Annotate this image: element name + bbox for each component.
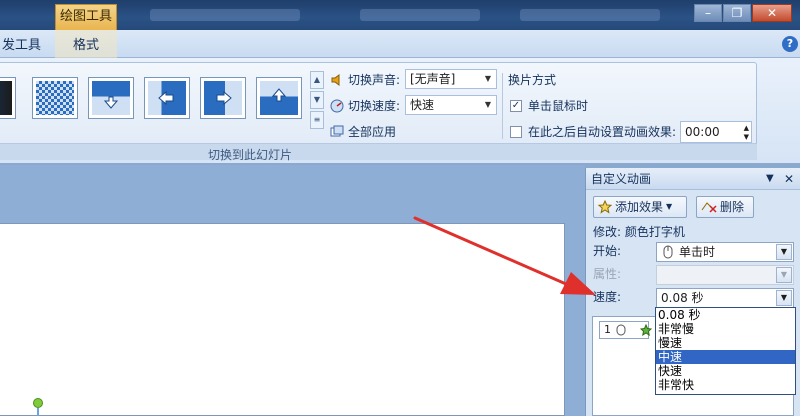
transition-thumb-partial[interactable]	[0, 77, 16, 119]
help-icon[interactable]: ?	[782, 36, 798, 52]
chevron-down-icon: ▼	[484, 74, 492, 83]
group-separator	[502, 73, 503, 139]
blurred-title-area	[150, 9, 300, 21]
transition-sound-value: [无声音]	[410, 72, 456, 86]
transition-thumb-dissolve[interactable]	[32, 77, 78, 119]
transition-thumb-cover-down[interactable]	[88, 77, 134, 119]
gallery-more-button[interactable]: ≡	[310, 111, 324, 129]
apply-all-button[interactable]: 全部应用	[330, 123, 396, 140]
apply-all-label: 全部应用	[348, 125, 397, 139]
speed-dropdown-list[interactable]: 0.08 秒 非常慢 慢速 中速 快速 非常快	[655, 307, 796, 395]
gallery-scroll-up-button[interactable]: ▲	[310, 71, 324, 89]
on-click-checkbox[interactable]: ✓	[510, 99, 522, 112]
tab-developer[interactable]: 发工具	[2, 34, 41, 53]
speed-option[interactable]: 非常慢	[656, 322, 795, 336]
pane-close-icon[interactable]: ✕	[784, 168, 794, 190]
pane-menu-icon[interactable]: ▼	[766, 168, 774, 190]
transition-speed-select[interactable]: 快速 ▼	[405, 95, 497, 115]
remove-label: 删除	[720, 200, 745, 214]
ribbon: 切换到此幻灯片 ▲ ▼ ≡ 切换声音: [无声音] ▼ 切换速度: 快速 ▼ 全…	[0, 58, 800, 164]
advance-slide-title-text: 换片方式	[508, 73, 557, 87]
sound-icon	[330, 73, 344, 87]
ribbon-tab-row: 发工具 格式 ?	[0, 30, 800, 58]
arrow-left-icon	[158, 91, 174, 105]
gallery-scroll: ▲ ▼ ≡	[310, 71, 324, 131]
on-click-checkbox-row[interactable]: ✓ 单击鼠标时	[510, 97, 588, 114]
speed-option[interactable]: 慢速	[656, 336, 795, 350]
speed-value: 0.08 秒	[661, 291, 704, 305]
start-label: 开始:	[593, 244, 622, 258]
mouse-icon	[616, 324, 626, 336]
spin-down-icon[interactable]: ▼	[744, 133, 749, 141]
advance-slide-title: 换片方式	[508, 71, 556, 88]
transition-sound-select[interactable]: [无声音] ▼	[405, 69, 497, 89]
drawing-tools-context-tab[interactable]: 绘图工具	[55, 4, 117, 30]
speed-option-highlighted[interactable]: 中速	[656, 350, 795, 364]
tab-format[interactable]: 格式	[73, 34, 99, 53]
gallery-scroll-down-button[interactable]: ▼	[310, 91, 324, 109]
rotation-handle[interactable]	[33, 398, 43, 408]
remove-button[interactable]: 删除	[696, 196, 754, 218]
chevron-down-icon: ▼	[776, 244, 792, 260]
speed-option[interactable]: 0.08 秒	[656, 308, 795, 322]
transition-group: 切换到此幻灯片 ▲ ▼ ≡ 切换声音: [无声音] ▼ 切换速度: 快速 ▼ 全…	[0, 62, 757, 162]
animation-list-item[interactable]: 1	[599, 321, 652, 339]
mouse-icon	[663, 245, 673, 259]
transition-thumb-cover-up[interactable]	[256, 77, 302, 119]
pane-title-bar: 自定义动画 ▼ ✕	[586, 168, 800, 190]
arrow-up-icon	[272, 88, 286, 102]
on-click-label: 单击鼠标时	[528, 99, 589, 113]
title-bar: 绘图工具 – ❐ ✕	[0, 0, 800, 30]
chevron-down-icon: ▼	[666, 202, 673, 211]
close-button[interactable]: ✕	[752, 4, 792, 22]
start-select[interactable]: 单击时 ▼	[656, 242, 794, 262]
pane-title: 自定义动画	[591, 172, 652, 186]
auto-after-label: 在此之后自动设置动画效果:	[528, 125, 677, 139]
property-select: ▼	[656, 265, 794, 285]
transition-speed-label: 切换速度:	[348, 99, 401, 113]
start-value: 单击时	[679, 245, 716, 259]
blurred-title-area	[360, 9, 480, 21]
minimize-button[interactable]: –	[694, 4, 722, 22]
add-effect-label: 添加效果	[615, 200, 664, 214]
speed-option[interactable]: 非常快	[656, 378, 795, 392]
auto-after-time-input[interactable]: 00:00 ▲ ▼	[680, 121, 752, 143]
window-controls: – ❐ ✕	[694, 4, 792, 22]
animation-list-item-number: 1	[604, 323, 611, 336]
speed-icon	[330, 99, 344, 113]
property-label: 属性:	[593, 267, 622, 281]
auto-after-checkbox-row[interactable]: 在此之后自动设置动画效果:	[510, 123, 676, 140]
add-effect-button[interactable]: 添加效果 ▼	[593, 196, 687, 218]
auto-after-checkbox[interactable]	[510, 125, 522, 138]
arrow-down-icon	[104, 96, 118, 109]
auto-after-time-value: 00:00	[685, 125, 720, 139]
rotation-handle-stem	[37, 408, 39, 416]
transition-sound-row: 切换声音:	[330, 71, 400, 88]
transition-thumb-cover-right[interactable]	[200, 77, 246, 119]
effect-star-icon	[640, 324, 652, 336]
speed-option[interactable]: 快速	[656, 364, 795, 378]
chevron-down-icon: ▼	[776, 267, 792, 283]
slide-canvas[interactable]	[0, 223, 565, 416]
chevron-down-icon: ▼	[776, 290, 792, 306]
group-label: 切换到此幻灯片	[207, 148, 292, 162]
transition-speed-value: 快速	[410, 98, 435, 112]
chevron-down-icon: ▼	[484, 100, 492, 109]
star-icon	[598, 200, 612, 214]
blurred-title-area	[520, 9, 660, 21]
remove-effect-icon	[701, 202, 717, 213]
transition-sound-label: 切换声音:	[348, 73, 401, 87]
apply-all-icon	[330, 125, 344, 139]
speed-select[interactable]: 0.08 秒 ▼	[656, 288, 794, 308]
transition-thumb-cover-left[interactable]	[144, 77, 190, 119]
restore-button[interactable]: ❐	[723, 4, 751, 22]
slide-work-area	[0, 165, 585, 416]
speed-label: 速度:	[593, 290, 622, 304]
spin-up-icon[interactable]: ▲	[744, 124, 749, 132]
arrow-right-icon	[216, 91, 232, 105]
modify-label: 修改: 颜色打字机	[593, 225, 685, 239]
transition-speed-row: 切换速度:	[330, 97, 400, 114]
